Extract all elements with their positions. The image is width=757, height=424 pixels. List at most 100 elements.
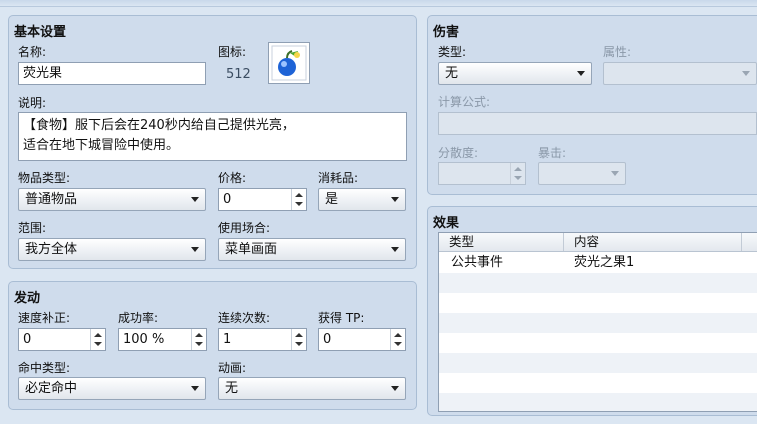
repeat-value: 1 xyxy=(223,332,232,347)
speed-value: 0 xyxy=(23,332,32,347)
spin-up-icon[interactable] xyxy=(295,193,303,197)
price-value: 0 xyxy=(223,192,232,207)
spin-down-icon[interactable] xyxy=(295,202,303,206)
spinner-buttons[interactable] xyxy=(191,329,206,350)
effect-content-cell: 荧光之果1 xyxy=(574,255,635,270)
invocation-title: 发动 xyxy=(14,291,41,306)
table-row-empty[interactable] xyxy=(439,393,757,411)
consumable-value: 是 xyxy=(325,192,339,207)
variance-spinner[interactable] xyxy=(438,162,526,185)
description-line-1: 【食物】服下后会在240秒内给自己提供光亮， xyxy=(23,118,295,133)
hit-type-value: 必定命中 xyxy=(25,381,78,396)
icon-picker[interactable] xyxy=(268,42,310,84)
price-label: 价格: xyxy=(218,171,247,185)
invocation-panel: 发动 速度补正: 0 成功率: 100 % 连续次数: 1 获得 TP: 0 命… xyxy=(8,281,417,410)
critical-label: 暴击: xyxy=(538,146,567,160)
damage-type-select[interactable]: 无 xyxy=(438,62,592,85)
description-textarea[interactable]: 【食物】服下后会在240秒内给自己提供光亮， 适合在地下城冒险中使用。 xyxy=(18,112,407,161)
basic-settings-title: 基本设置 xyxy=(14,25,67,40)
table-row-empty[interactable] xyxy=(439,353,757,373)
consumable-label: 消耗品: xyxy=(318,171,359,185)
spinner-buttons[interactable] xyxy=(90,329,105,350)
chevron-down-icon xyxy=(191,247,199,252)
occasion-select[interactable]: 菜单画面 xyxy=(218,238,406,261)
animation-value: 无 xyxy=(225,381,239,396)
hit-type-label: 命中类型: xyxy=(18,361,71,375)
icon-index: 512 xyxy=(226,67,251,82)
effects-table[interactable]: 类型 内容 公共事件 荧光之果1 xyxy=(438,232,757,412)
spin-up-icon[interactable] xyxy=(514,167,522,171)
hit-type-select[interactable]: 必定命中 xyxy=(18,377,206,400)
spin-up-icon[interactable] xyxy=(295,333,303,337)
repeat-label: 连续次数: xyxy=(218,311,271,325)
spinner-buttons[interactable] xyxy=(390,329,405,350)
spinner-buttons[interactable] xyxy=(291,329,306,350)
basic-settings-panel: 基本设置 名称: 荧光果 图标: 512 说明: 【食物】服下后会在240秒内给… xyxy=(8,15,417,269)
formula-input[interactable] xyxy=(438,112,757,135)
success-value: 100 % xyxy=(123,332,165,347)
scope-select[interactable]: 我方全体 xyxy=(18,238,206,261)
critical-select[interactable] xyxy=(538,162,626,185)
damage-title: 伤害 xyxy=(433,25,460,40)
chevron-down-icon xyxy=(577,71,585,76)
scope-label: 范围: xyxy=(18,221,47,235)
variance-label: 分散度: xyxy=(438,146,479,160)
success-spinner[interactable]: 100 % xyxy=(118,328,207,351)
table-row-empty[interactable] xyxy=(439,273,757,293)
damage-panel: 伤害 类型: 无 属性: 计算公式: 分散度: 暴击: xyxy=(427,15,757,195)
damage-type-label: 类型: xyxy=(438,45,467,59)
item-type-label: 物品类型: xyxy=(18,171,71,185)
column-header-content[interactable]: 内容 xyxy=(564,233,742,251)
occasion-value: 菜单画面 xyxy=(225,242,278,257)
tp-spinner[interactable]: 0 xyxy=(318,328,406,351)
chevron-down-icon xyxy=(191,386,199,391)
chevron-down-icon xyxy=(391,386,399,391)
name-label: 名称: xyxy=(18,45,47,59)
icon-label: 图标: xyxy=(218,45,247,59)
item-type-select[interactable]: 普通物品 xyxy=(18,188,206,211)
repeat-spinner[interactable]: 1 xyxy=(218,328,307,351)
spin-down-icon[interactable] xyxy=(394,342,402,346)
effect-type-cell: 公共事件 xyxy=(451,255,504,270)
spin-up-icon[interactable] xyxy=(94,333,102,337)
effects-title: 效果 xyxy=(433,216,460,231)
formula-label: 计算公式: xyxy=(438,95,491,109)
spin-up-icon[interactable] xyxy=(394,333,402,337)
top-edge xyxy=(0,0,757,7)
spin-down-icon[interactable] xyxy=(514,176,522,180)
animation-select[interactable]: 无 xyxy=(218,377,406,400)
consumable-select[interactable]: 是 xyxy=(318,188,406,211)
column-header-type[interactable]: 类型 xyxy=(439,233,564,251)
table-row[interactable]: 公共事件 荧光之果1 xyxy=(439,253,757,273)
chevron-down-icon xyxy=(191,197,199,202)
element-select[interactable] xyxy=(603,62,757,85)
scope-value: 我方全体 xyxy=(25,242,78,257)
blue-fruit-icon xyxy=(271,45,307,81)
price-spinner[interactable]: 0 xyxy=(218,188,307,211)
table-row-empty[interactable] xyxy=(439,293,757,313)
occasion-label: 使用场合: xyxy=(218,221,271,235)
success-label: 成功率: xyxy=(118,311,159,325)
spinner-buttons[interactable] xyxy=(291,189,306,210)
effects-table-header: 类型 内容 xyxy=(439,233,757,252)
chevron-down-icon xyxy=(611,171,619,176)
element-label: 属性: xyxy=(603,45,632,59)
name-input[interactable]: 荧光果 xyxy=(18,62,206,85)
table-row-empty[interactable] xyxy=(439,313,757,333)
speed-label: 速度补正: xyxy=(18,311,71,325)
effects-panel: 效果 类型 内容 公共事件 荧光之果1 xyxy=(427,206,757,416)
description-line-2: 适合在地下城冒险中使用。 xyxy=(23,138,180,153)
spin-down-icon[interactable] xyxy=(295,342,303,346)
table-row-empty[interactable] xyxy=(439,333,757,353)
spin-down-icon[interactable] xyxy=(94,342,102,346)
chevron-down-icon xyxy=(391,247,399,252)
spinner-buttons[interactable] xyxy=(510,163,525,184)
damage-type-value: 无 xyxy=(445,66,459,81)
chevron-down-icon xyxy=(742,71,750,76)
tp-label: 获得 TP: xyxy=(318,311,365,325)
spin-up-icon[interactable] xyxy=(195,333,203,337)
spin-down-icon[interactable] xyxy=(195,342,203,346)
item-type-value: 普通物品 xyxy=(25,192,78,207)
speed-spinner[interactable]: 0 xyxy=(18,328,106,351)
table-row-empty[interactable] xyxy=(439,373,757,393)
